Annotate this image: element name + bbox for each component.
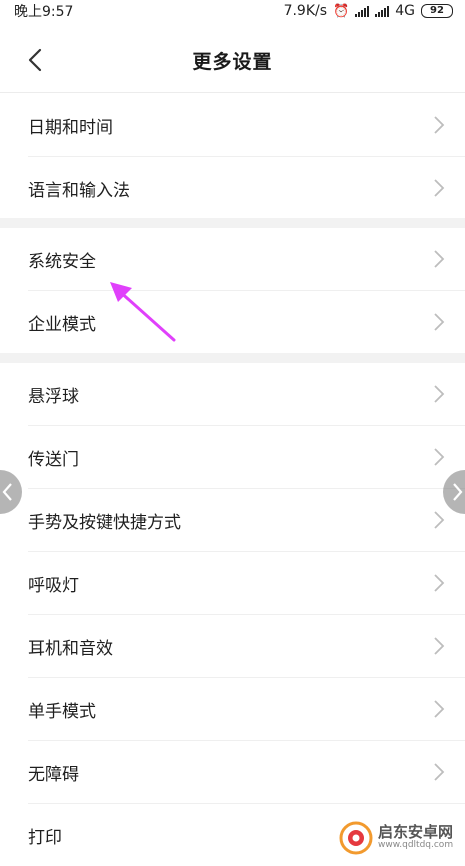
settings-item-label: 语言和输入法: [28, 180, 130, 201]
status-icons: 7.9K/s ⏰ 4G 92: [284, 3, 465, 19]
settings-item-portal[interactable]: 传送门: [0, 426, 465, 488]
chevron-right-icon: [434, 700, 445, 718]
alarm-icon: ⏰: [333, 3, 350, 19]
net-speed: 7.9K/s: [283, 3, 328, 19]
settings-item-language-input[interactable]: 语言和输入法: [0, 157, 465, 219]
chevron-right-icon: [434, 385, 445, 403]
section-gap: [0, 353, 465, 363]
chevron-right-icon: [434, 448, 445, 466]
status-bar: 晚上9:57 7.9K/s ⏰ 4G 92: [0, 0, 465, 22]
pointer-arrow-icon: [110, 282, 176, 342]
settings-item-floating-ball[interactable]: 悬浮球: [0, 363, 465, 425]
chevron-right-icon: [434, 574, 445, 592]
chevron-left-icon: [2, 483, 12, 501]
chevron-right-icon: [434, 250, 445, 268]
chevron-right-icon: [434, 637, 445, 655]
settings-item-label: 系统安全: [28, 251, 96, 272]
network-type: 4G: [395, 3, 415, 19]
watermark-logo-icon: [339, 821, 373, 855]
signal-icon: [375, 5, 390, 17]
chevron-right-icon: [434, 179, 445, 197]
back-button[interactable]: [18, 42, 54, 78]
settings-item-enterprise-mode[interactable]: 企业模式: [0, 291, 465, 353]
page-title: 更多设置: [192, 50, 273, 73]
next-page-button[interactable]: [443, 470, 465, 514]
settings-item-system-security[interactable]: 系统安全: [0, 228, 465, 290]
chevron-right-icon: [434, 116, 445, 134]
chevron-left-icon: [28, 48, 42, 72]
status-time: 晚上9:57: [14, 4, 74, 20]
battery-icon: 92: [421, 4, 453, 18]
watermark-title: 启东安卓网: [378, 823, 454, 842]
settings-item-label: 企业模式: [28, 314, 96, 335]
settings-item-accessibility[interactable]: 无障碍: [0, 741, 465, 803]
settings-item-date-time[interactable]: 日期和时间: [0, 94, 465, 156]
chevron-right-icon: [453, 483, 463, 501]
settings-item-label: 无障碍: [28, 764, 79, 785]
settings-item-headphones-audio[interactable]: 耳机和音效: [0, 615, 465, 677]
watermark-url: www.qdltdq.com: [378, 840, 454, 851]
signal-icon: [355, 5, 370, 17]
settings-item-label: 耳机和音效: [28, 638, 113, 659]
divider: [0, 92, 465, 93]
settings-item-label: 传送门: [28, 449, 79, 470]
watermark: 启东安卓网 www.qdltdq.com: [338, 818, 463, 858]
settings-item-label: 悬浮球: [28, 386, 79, 407]
settings-item-gestures-shortcuts[interactable]: 手势及按键快捷方式: [0, 489, 465, 551]
settings-item-one-hand-mode[interactable]: 单手模式: [0, 678, 465, 740]
prev-page-button[interactable]: [0, 470, 22, 514]
settings-item-label: 手势及按键快捷方式: [28, 512, 181, 533]
chevron-right-icon: [434, 763, 445, 781]
header: 更多设置: [0, 34, 465, 86]
chevron-right-icon: [434, 313, 445, 331]
settings-item-label: 日期和时间: [28, 117, 113, 138]
settings-item-breathing-light[interactable]: 呼吸灯: [0, 552, 465, 614]
settings-item-label: 呼吸灯: [28, 575, 79, 596]
section-gap: [0, 218, 465, 228]
settings-item-label: 单手模式: [28, 701, 96, 722]
